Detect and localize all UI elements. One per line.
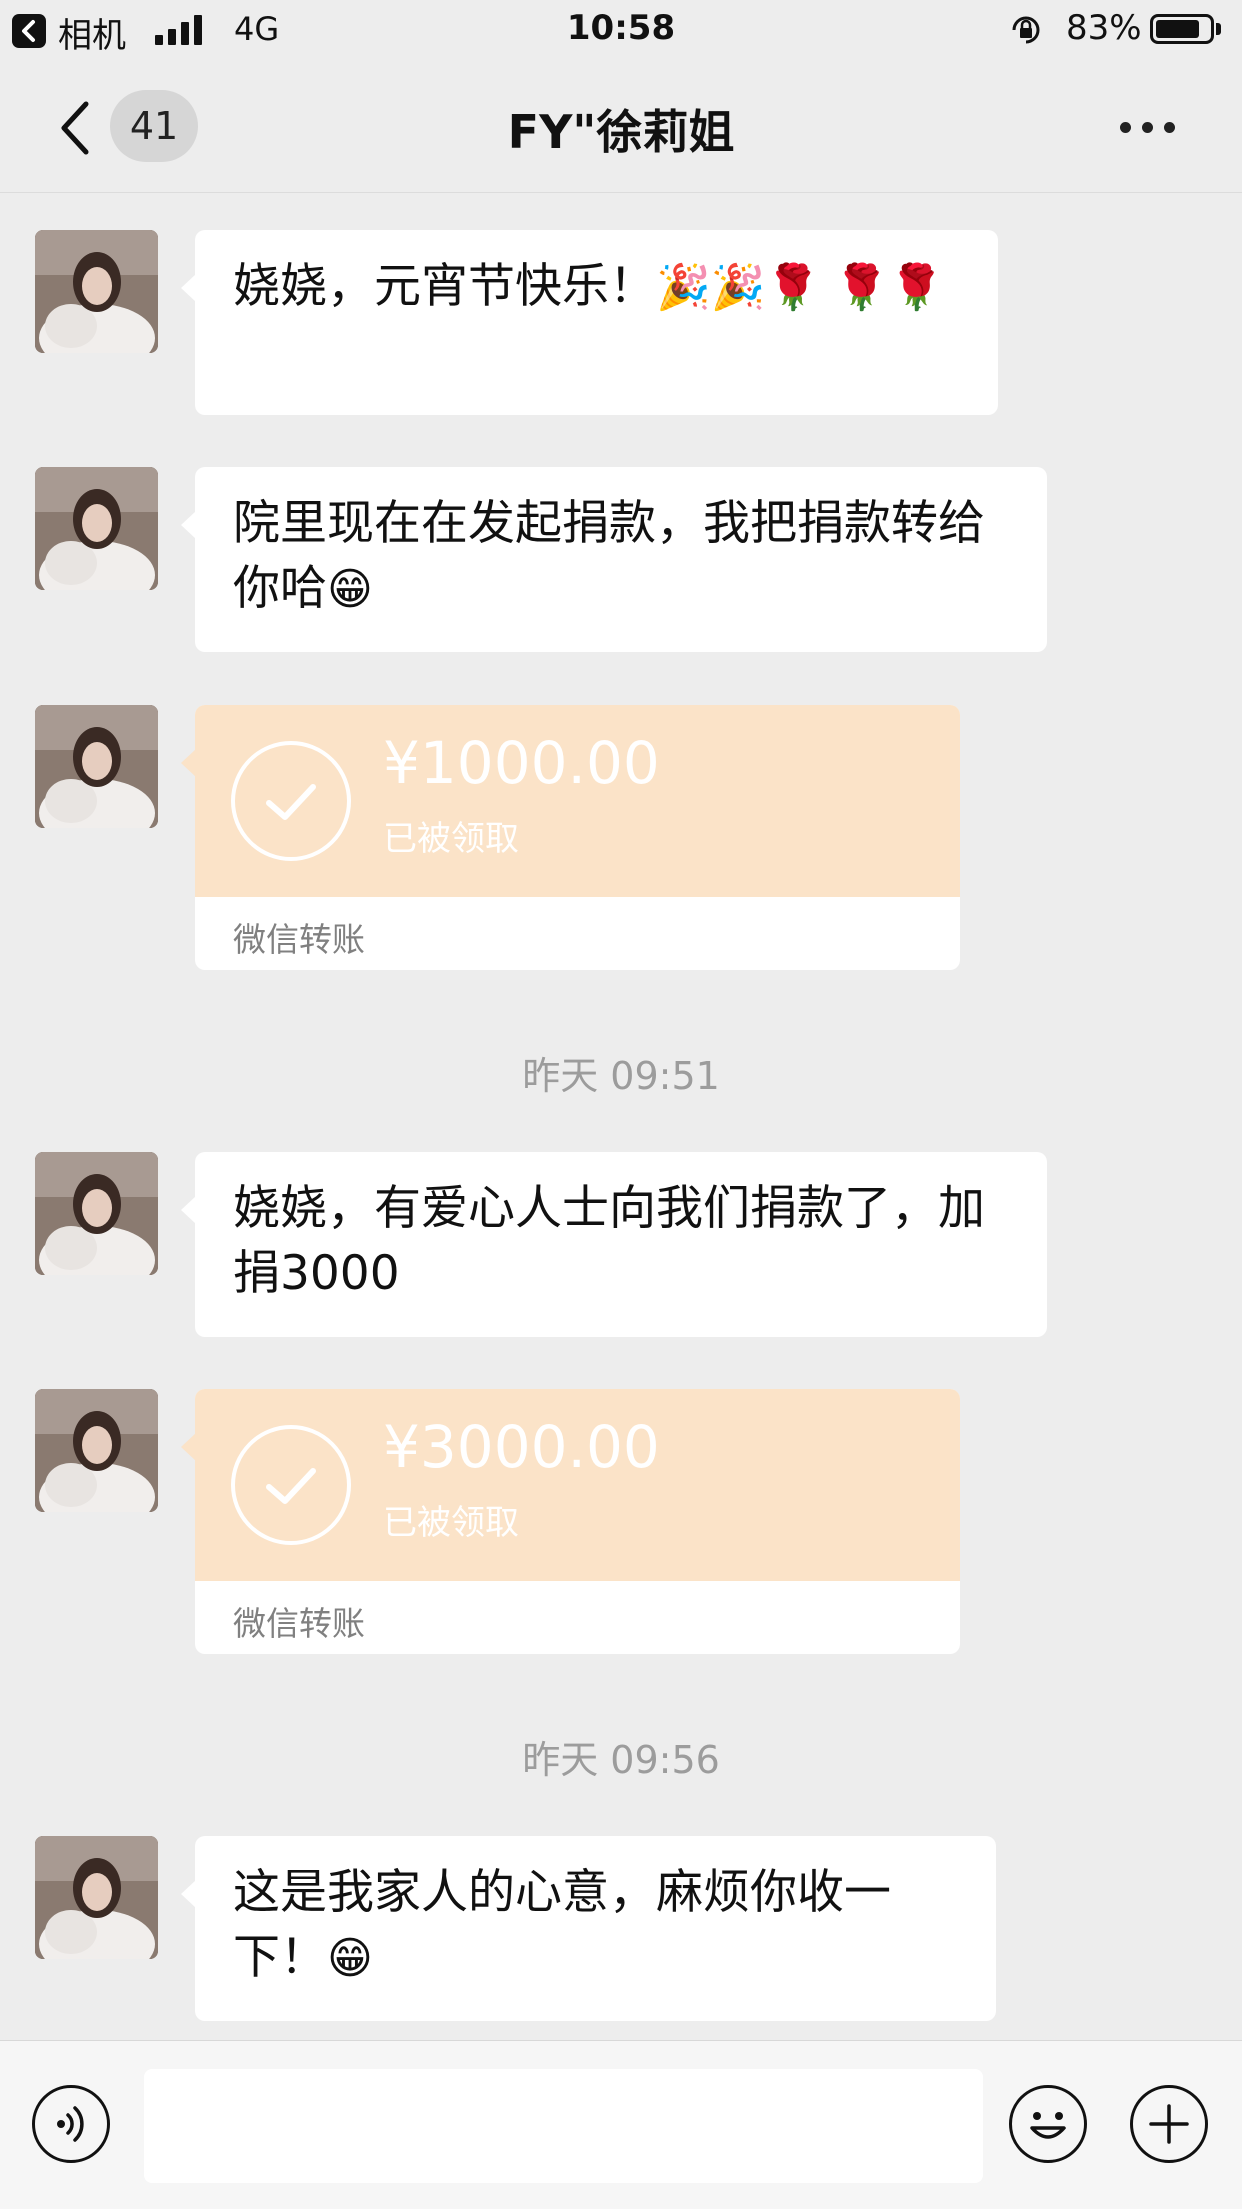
grin-emoji: 😁 [327,564,373,615]
more-dots-icon [1164,122,1175,133]
more-button[interactable] [1108,116,1188,140]
chat-title: FY"徐莉姐 [507,105,735,159]
transfer-card[interactable]: ¥3000.00 已被领取 微信转账 [181,1389,960,1654]
check-icon [231,1425,351,1545]
message-bubble[interactable]: 娆娆，有爱心人士向我们捐款了，加捐3000 [181,1152,1047,1337]
transfer-amount: ¥3000.00 [383,1413,660,1481]
avatar[interactable] [35,467,158,590]
status-bar: 相机 4G 10:58 83% [0,0,1242,60]
input-bar [0,2040,1242,2209]
message-input[interactable] [144,2069,983,2183]
transfer-status: 已被领取 [383,1503,519,1543]
message-bubble[interactable]: 院里现在在发起捐款，我把捐款转给你哈😁 [181,467,1047,652]
more-functions-button[interactable] [1130,2085,1208,2163]
status-time: 10:58 [566,8,676,48]
time-divider: 昨天 09:56 [522,1738,720,1782]
transfer-label: 微信转账 [233,1604,365,1643]
message-text: 娆娆，元宵节快乐！ [233,259,656,314]
emoji-button[interactable] [1009,2085,1087,2163]
battery-percent: 83% [1066,8,1142,48]
avatar[interactable] [35,1389,158,1512]
avatar[interactable] [35,230,158,353]
more-dots-icon [1142,122,1153,133]
more-dots-icon [1120,122,1131,133]
rotation-lock-icon [1008,12,1044,57]
grin-emoji: 😁 [327,1933,373,1984]
emoji-icon [1030,2112,1066,2139]
plus-icon [1149,2104,1189,2144]
message-bubble[interactable]: 这是我家人的心意，麻烦你收一下！😁 [181,1836,996,2021]
time-divider: 昨天 09:51 [522,1054,720,1098]
voice-button[interactable] [32,2085,110,2163]
transfer-card[interactable]: ¥1000.00 已被领取 微信转账 [181,705,960,970]
avatar[interactable] [35,705,158,828]
transfer-card-top: ¥1000.00 已被领取 [195,705,960,897]
check-icon [231,741,351,861]
transfer-label: 微信转账 [233,920,365,959]
battery-icon [1150,14,1214,44]
transfer-amount: ¥1000.00 [383,729,660,797]
voice-icon [57,2106,84,2142]
transfer-card-top: ¥3000.00 已被领取 [195,1389,960,1581]
message-bubble[interactable]: 娆娆，元宵节快乐！🎉🎉🌹 🌹🌹 [181,230,998,415]
chat-header: 41 FY"徐莉姐 [0,60,1242,193]
battery-tip [1216,23,1221,35]
transfer-status: 已被领取 [383,819,519,859]
avatar[interactable] [35,1836,158,1959]
message-text: 娆娆，有爱心人士向我们捐款了，加捐3000 [233,1181,985,1301]
party-rose-emoji: 🎉🎉🌹 🌹🌹 [656,262,944,313]
avatar[interactable] [35,1152,158,1275]
battery-level [1156,20,1199,38]
